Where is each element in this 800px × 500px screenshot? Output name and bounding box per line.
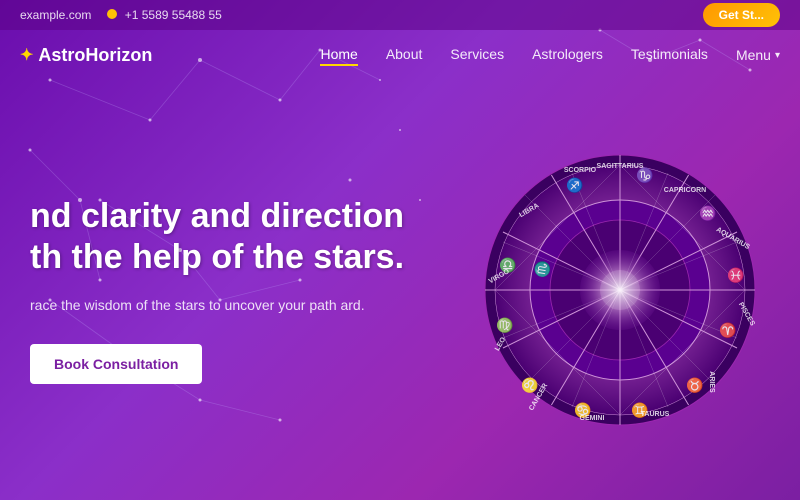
nav-item-services[interactable]: Services: [450, 46, 504, 64]
hero-title-line1: nd clarity and direction: [30, 197, 404, 235]
nav-item-menu[interactable]: Menu ▾: [736, 47, 780, 63]
svg-text:♒: ♒: [699, 205, 716, 222]
nav-link-astrologers[interactable]: Astrologers: [532, 46, 603, 62]
nav-links: Home About Services Astrologers Testimon…: [320, 46, 780, 64]
menu-label: Menu: [736, 47, 771, 63]
get-started-button[interactable]: Get St...: [703, 3, 780, 27]
svg-text:♉: ♉: [686, 377, 703, 394]
logo-text: AstroHorizon: [38, 45, 152, 66]
email-text: example.com: [20, 8, 91, 22]
nav-item-about[interactable]: About: [386, 46, 423, 64]
hero-section: nd clarity and direction th the help of …: [0, 80, 800, 500]
nav-link-testimonials[interactable]: Testimonials: [631, 46, 708, 62]
zodiac-wheel: ♏ ♐ ♑ ♒ ♓ ♈ ♉ ♊ ♋ ♌ ♍ ♎ SAGITTARIUS C: [480, 150, 760, 430]
phone-icon: [107, 9, 117, 19]
nav-menu-dropdown[interactable]: Menu ▾: [736, 47, 780, 63]
nav-item-home[interactable]: Home: [320, 46, 357, 64]
contact-info: example.com +1 5589 55488 55: [20, 8, 222, 22]
phone-text: +1 5589 55488 55: [125, 8, 222, 22]
nav-link-services[interactable]: Services: [450, 46, 504, 62]
nav-item-astrologers[interactable]: Astrologers: [532, 46, 603, 64]
logo-icon: ✦: [20, 45, 33, 65]
logo: ✦ AstroHorizon: [20, 45, 152, 66]
svg-text:♌: ♌: [521, 377, 538, 394]
hero-visual: ♏ ♐ ♑ ♒ ♓ ♈ ♉ ♊ ♋ ♌ ♍ ♎ SAGITTARIUS C: [470, 150, 770, 430]
svg-text:SCORPIO: SCORPIO: [564, 167, 597, 174]
svg-text:CAPRICORN: CAPRICORN: [664, 187, 706, 194]
hero-title: nd clarity and direction th the help of …: [30, 196, 470, 278]
svg-text:TAURUS: TAURUS: [641, 411, 670, 418]
nav-item-testimonials[interactable]: Testimonials: [631, 46, 708, 64]
svg-text:♓: ♓: [727, 267, 744, 284]
svg-text:SAGITTARIUS: SAGITTARIUS: [597, 163, 644, 170]
svg-text:♐: ♐: [566, 177, 583, 194]
svg-text:GEMINI: GEMINI: [580, 415, 605, 422]
hero-title-line2: th the help of the stars.: [30, 238, 404, 276]
svg-text:♈: ♈: [719, 322, 736, 339]
top-bar-right: Get St...: [703, 3, 780, 27]
hero-content: nd clarity and direction th the help of …: [30, 196, 470, 384]
svg-text:ARIES: ARIES: [708, 371, 715, 393]
nav-link-about[interactable]: About: [386, 46, 423, 62]
nav-link-home[interactable]: Home: [320, 46, 357, 66]
svg-text:♍: ♍: [496, 317, 513, 334]
hero-subtitle: race the wisdom of the stars to uncover …: [30, 294, 390, 316]
top-bar: example.com +1 5589 55488 55 Get St...: [0, 0, 800, 30]
phone-container: +1 5589 55488 55: [107, 8, 221, 22]
chevron-down-icon: ▾: [775, 50, 780, 61]
navbar: ✦ AstroHorizon Home About Services Astro…: [0, 30, 800, 80]
consultation-button[interactable]: Book Consultation: [30, 344, 202, 384]
